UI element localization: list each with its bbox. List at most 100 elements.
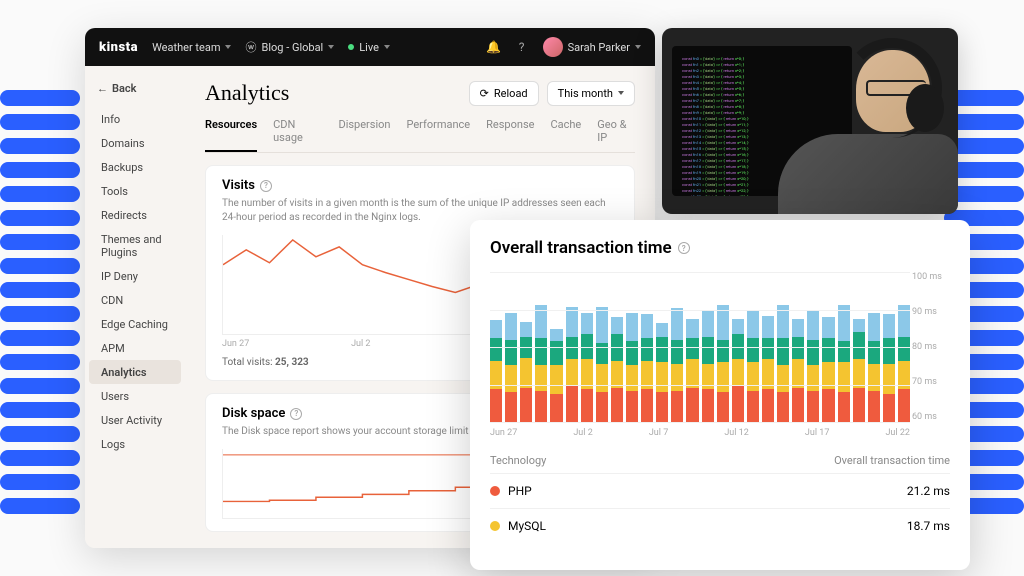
bar-stack <box>762 316 774 423</box>
tab-cache[interactable]: Cache <box>550 118 581 152</box>
site-name: Blog - Global <box>261 41 323 54</box>
chevron-down-icon <box>618 91 624 95</box>
help-icon[interactable]: ? <box>678 242 690 254</box>
env-label: Live <box>359 41 379 54</box>
bar-stack <box>611 317 623 422</box>
bar-stack <box>853 319 865 423</box>
bar-stack <box>596 307 608 423</box>
developer-photo: const fn0 = ('data') => { return x*0; }c… <box>662 28 958 214</box>
person-illustration <box>788 28 958 214</box>
tech-value: 21.2 ms <box>907 484 950 498</box>
date-range-selector[interactable]: This month <box>547 81 635 106</box>
bar-stack <box>566 307 578 423</box>
bar-stack <box>702 311 714 422</box>
team-name: Weather team <box>152 41 220 54</box>
team-selector[interactable]: Weather team <box>152 41 231 54</box>
bar-stack <box>898 305 910 422</box>
sidebar-item-redirects[interactable]: Redirects <box>89 203 181 227</box>
user-menu[interactable]: Sarah Parker <box>543 37 641 57</box>
tech-name: PHP <box>508 484 532 498</box>
bar-stack <box>490 320 502 422</box>
back-button[interactable]: ← Back <box>85 78 185 107</box>
bar-stack <box>671 308 683 422</box>
tech-table-header: Technology Overall transaction time <box>490 454 950 473</box>
bar-stack <box>641 314 653 422</box>
chevron-down-icon <box>328 45 334 49</box>
col-technology: Technology <box>490 454 546 467</box>
notifications-icon[interactable]: 🔔 <box>487 40 501 54</box>
bar-stack <box>883 314 895 422</box>
bar-stack <box>777 305 789 422</box>
sidebar-item-themes-and-plugins[interactable]: Themes and Plugins <box>89 227 181 264</box>
tab-resources[interactable]: Resources <box>205 118 257 152</box>
analytics-tabs: Resources CDN usage Dispersion Performance R… <box>205 118 635 153</box>
chevron-down-icon <box>635 45 641 49</box>
bar-stack <box>838 305 850 422</box>
transaction-x-axis: Jun 27Jul 2Jul 7Jul 12Jul 17Jul 22 <box>490 428 950 438</box>
sidebar-item-users[interactable]: Users <box>89 384 181 408</box>
logo: kinsta <box>99 40 138 55</box>
color-swatch <box>490 521 500 531</box>
sidebar-item-info[interactable]: Info <box>89 107 181 131</box>
bar-stack <box>656 323 668 422</box>
tab-dispersion[interactable]: Dispersion <box>338 118 390 152</box>
bar-stack <box>822 317 834 422</box>
tab-performance[interactable]: Performance <box>406 118 470 152</box>
sidebar: ← Back InfoDomainsBackupsToolsRedirectsTh… <box>85 66 185 548</box>
sidebar-item-apm[interactable]: APM <box>89 336 181 360</box>
tech-value: 18.7 ms <box>907 519 950 533</box>
color-swatch <box>490 486 500 496</box>
bar-stack <box>581 313 593 423</box>
sidebar-item-domains[interactable]: Domains <box>89 131 181 155</box>
reload-icon: ⟳ <box>480 87 489 100</box>
sidebar-item-user-activity[interactable]: User Activity <box>89 408 181 432</box>
sidebar-item-cdn[interactable]: CDN <box>89 288 181 312</box>
bar-stack <box>626 313 638 423</box>
back-label: Back <box>112 82 136 95</box>
transaction-chart: 100 ms90 ms80 ms70 ms60 ms <box>490 272 950 422</box>
env-selector[interactable]: Live <box>348 41 390 54</box>
bar-stack <box>868 313 880 423</box>
reload-label: Reload <box>494 87 528 100</box>
help-icon[interactable]: ? <box>290 408 302 420</box>
sidebar-item-ip-deny[interactable]: IP Deny <box>89 264 181 288</box>
tab-response[interactable]: Response <box>486 118 534 152</box>
tab-cdn-usage[interactable]: CDN usage <box>273 118 322 152</box>
range-label: This month <box>558 87 613 100</box>
bar-stack <box>505 313 517 423</box>
chevron-down-icon <box>384 45 390 49</box>
reload-button[interactable]: ⟳ Reload <box>469 81 539 106</box>
sidebar-item-tools[interactable]: Tools <box>89 179 181 203</box>
col-time: Overall transaction time <box>834 454 950 467</box>
tech-name: MySQL <box>508 519 546 533</box>
sidebar-item-logs[interactable]: Logs <box>89 432 181 456</box>
site-selector[interactable]: ⓦ Blog - Global <box>245 39 334 55</box>
wordpress-icon: ⓦ <box>245 39 256 55</box>
arrow-left-icon: ← <box>97 82 108 95</box>
bar-stack <box>747 311 759 422</box>
page-title: Analytics <box>205 80 289 106</box>
user-name: Sarah Parker <box>568 41 630 54</box>
bar-stack <box>686 319 698 423</box>
bar-stack <box>535 305 547 422</box>
bar-stack <box>732 319 744 423</box>
bar-stack <box>717 305 729 422</box>
status-dot-icon <box>348 44 354 50</box>
avatar <box>543 37 563 57</box>
sidebar-item-backups[interactable]: Backups <box>89 155 181 179</box>
bar-stack <box>520 322 532 423</box>
sidebar-item-edge-caching[interactable]: Edge Caching <box>89 312 181 336</box>
tech-row-php[interactable]: PHP 21.2 ms <box>490 473 950 508</box>
tech-row-mysql[interactable]: MySQL 18.7 ms <box>490 508 950 543</box>
bar-stack <box>550 329 562 422</box>
transaction-time-card: Overall transaction time? 100 ms90 ms80 … <box>470 220 970 570</box>
help-icon[interactable]: ? <box>515 40 529 54</box>
tab-geo-ip[interactable]: Geo & IP <box>597 118 635 152</box>
help-icon[interactable]: ? <box>260 180 272 192</box>
disk-title: Disk space <box>222 406 285 421</box>
bar-stack <box>792 319 804 423</box>
sidebar-item-analytics[interactable]: Analytics <box>89 360 181 384</box>
bar-stack <box>807 310 819 423</box>
transaction-title: Overall transaction time <box>490 238 672 258</box>
visits-title: Visits <box>222 178 255 193</box>
